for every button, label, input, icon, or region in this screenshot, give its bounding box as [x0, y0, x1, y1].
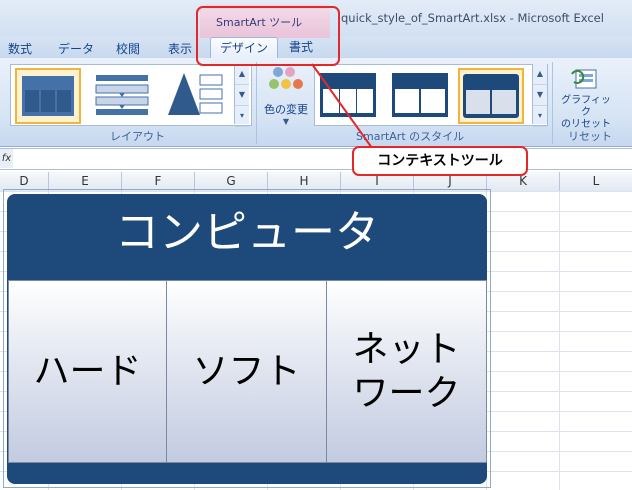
- callout-context-tools: コンテキストツール: [352, 146, 528, 176]
- callout-pointer: [311, 63, 373, 149]
